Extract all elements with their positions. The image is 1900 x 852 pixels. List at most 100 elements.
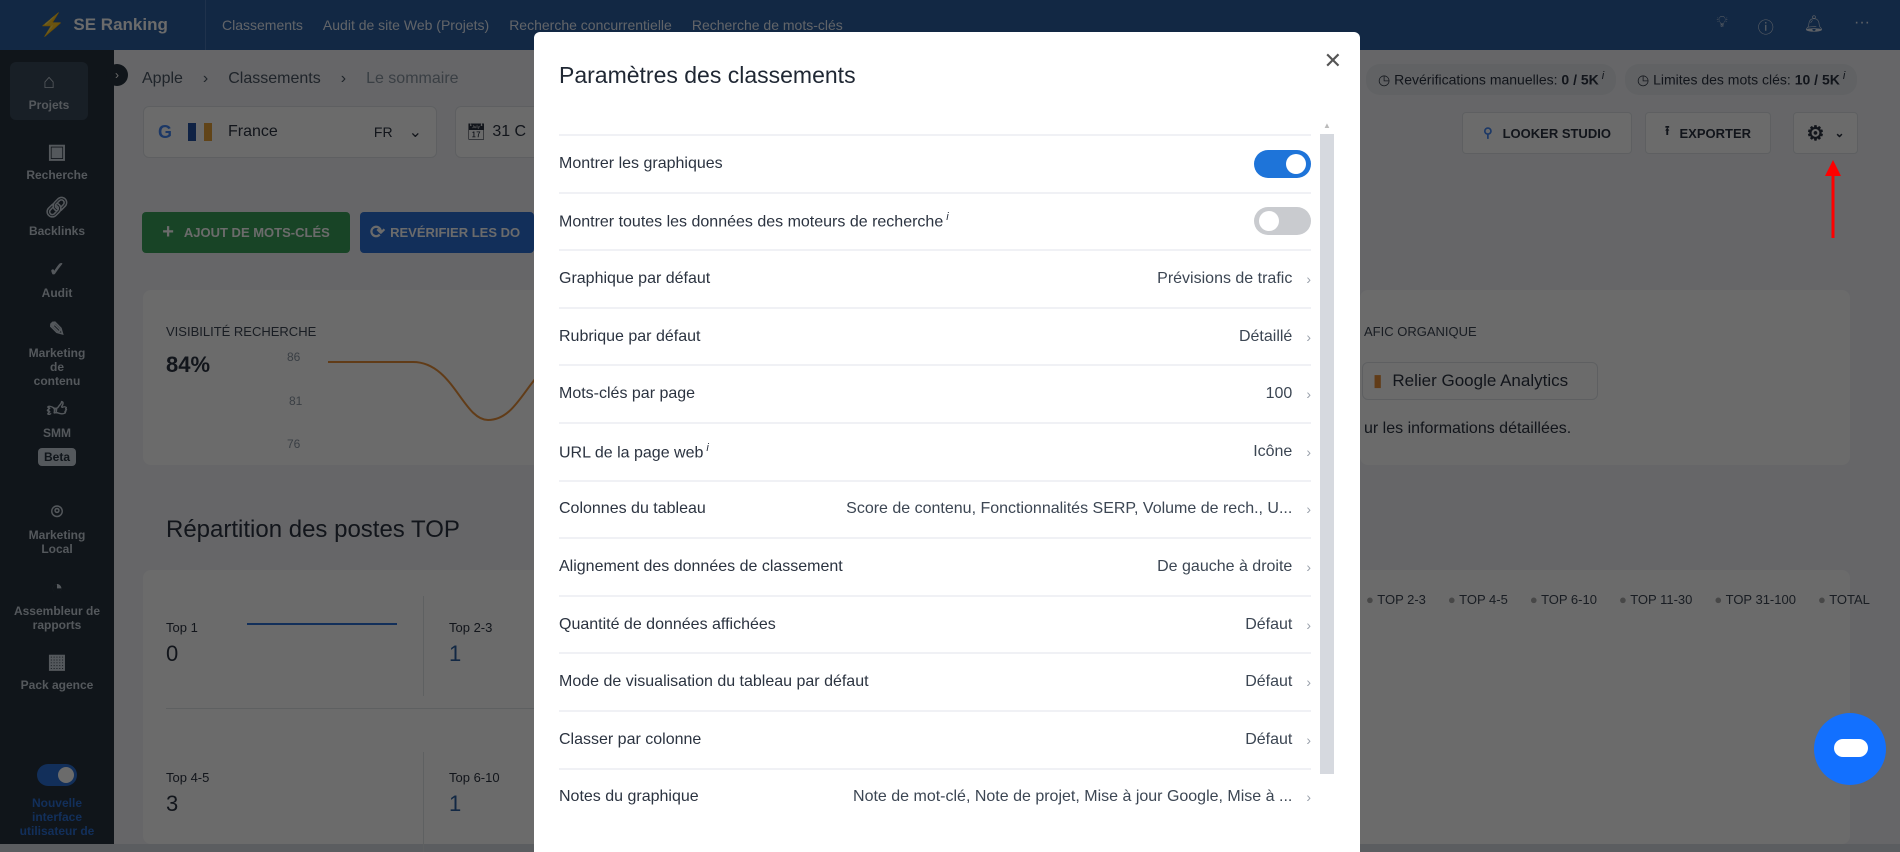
legend-item[interactable]: ● TOP 4-5 bbox=[1448, 592, 1508, 607]
organic-title: AFIC ORGANIQUE bbox=[1364, 324, 1477, 339]
legend-item[interactable]: ● TOP 11-30 bbox=[1619, 592, 1692, 607]
breadcrumb-rankings[interactable]: Classements bbox=[228, 70, 320, 88]
new-ui-label: Nouvelle interface utilisateur de bbox=[19, 796, 95, 838]
scroll-up-icon[interactable]: ▲ bbox=[1320, 122, 1334, 130]
settings-button[interactable]: ⚙ ⌄ bbox=[1793, 112, 1858, 154]
breadcrumb-apple[interactable]: Apple bbox=[142, 70, 183, 88]
setting-row[interactable]: Notes du graphique Note de mot-clé, Note … bbox=[559, 767, 1311, 826]
sidebar-item-marketing-local[interactable]: ⌾ Marketing Local bbox=[0, 500, 114, 556]
chevron-right-icon: › bbox=[1306, 443, 1311, 460]
sidebar-item-projets[interactable]: ⌂ Projets bbox=[10, 62, 88, 120]
sidebar-item-label: Marketing de contenu bbox=[28, 346, 86, 388]
legend-label: TOP 11-30 bbox=[1630, 592, 1693, 607]
bell-icon[interactable]: 🔔︎ bbox=[1804, 14, 1824, 38]
legend-item[interactable]: ● TOP 2-3 bbox=[1366, 592, 1426, 607]
recheck-button[interactable]: ⟳ REVÉRIFIER LES DO bbox=[360, 212, 534, 253]
keyword-limits-pill: ◷ Limites des mots clés: 10 / 5K i bbox=[1625, 64, 1858, 95]
setting-row[interactable]: Graphique par défaut Prévisions de trafic… bbox=[559, 249, 1311, 307]
export-label: EXPORTER bbox=[1679, 125, 1752, 141]
setting-row[interactable]: Colonnes du tableau Score de contenu, Fon… bbox=[559, 479, 1311, 538]
search-engine-selector[interactable]: G France FR ⌄ bbox=[143, 106, 437, 158]
legend-item[interactable]: ● TOP 6-10 bbox=[1530, 592, 1597, 607]
add-keywords-label: AJOUT DE MOTS-CLÉS bbox=[183, 225, 330, 240]
setting-label: Graphique par défaut bbox=[559, 269, 711, 287]
scrollbar-thumb[interactable] bbox=[1320, 134, 1334, 774]
tile-value: 3 bbox=[166, 791, 179, 816]
setting-value: Icône bbox=[1253, 442, 1293, 460]
info-icon[interactable]: i bbox=[946, 211, 948, 223]
sidebar-item-audit[interactable]: ✓ Audit bbox=[0, 258, 114, 300]
manual-rechecks-pill: ◷ Revérifications manuelles: 0 / 5K i bbox=[1366, 64, 1617, 95]
country-label: France bbox=[228, 123, 278, 140]
close-icon[interactable]: ✕ bbox=[1324, 48, 1342, 74]
tile-label: Top 1 bbox=[166, 620, 198, 635]
edit-icon: ✎ bbox=[48, 319, 66, 341]
new-ui-toggle-block: Nouvelle interface utilisateur de bbox=[0, 764, 114, 838]
info-icon[interactable]: i bbox=[706, 442, 708, 454]
sidebar-item-pack-agence[interactable]: ▦ Pack agence bbox=[0, 650, 114, 692]
legend-label: TOP 2-3 bbox=[1377, 592, 1426, 607]
france-flag-icon bbox=[188, 123, 213, 141]
legend-dot-icon: ● bbox=[1366, 592, 1374, 607]
sidebar-item-label: Backlinks bbox=[28, 224, 86, 238]
organic-hint: ur les informations détaillées. bbox=[1364, 420, 1572, 437]
setting-toggle[interactable] bbox=[1254, 207, 1311, 236]
new-ui-toggle[interactable] bbox=[37, 764, 77, 786]
setting-toggle[interactable] bbox=[1254, 149, 1311, 178]
setting-row[interactable]: Mots-clés par page 100 › bbox=[559, 364, 1311, 422]
setting-row[interactable]: Rubrique par défaut Détaillé › bbox=[559, 306, 1311, 365]
tile-label: Top 6-10 bbox=[449, 770, 500, 785]
setting-row[interactable]: Alignement des données de classement De g… bbox=[559, 537, 1311, 595]
google-icon: G bbox=[158, 121, 173, 142]
setting-row[interactable]: Classer par colonne Défaut › bbox=[559, 709, 1311, 768]
legend-item[interactable]: ● TOP 31-100 bbox=[1714, 592, 1796, 607]
keyword-limits-label: Limites des mots clés: bbox=[1653, 71, 1791, 88]
link-icon: 🔗︎ bbox=[44, 197, 70, 219]
setting-value: Note de mot-clé, Note de projet, Mise à … bbox=[853, 788, 1293, 806]
lightbulb-icon[interactable]: 💡︎ bbox=[1716, 14, 1727, 38]
top-nav-item[interactable]: Recherche concurrentielle bbox=[509, 17, 672, 33]
sidebar-item-recherche[interactable]: ▣ Recherche bbox=[0, 140, 114, 182]
legend-dot-icon: ● bbox=[1529, 592, 1538, 607]
expand-sidebar-button[interactable]: › bbox=[106, 64, 128, 86]
tile-top4-5: Top 4-5 3 bbox=[166, 770, 209, 817]
export-button[interactable]: ⭱ EXPORTER bbox=[1645, 112, 1771, 154]
setting-row[interactable]: Quantité de données affichées Défaut › bbox=[559, 594, 1311, 653]
sidebar-item-backlinks[interactable]: 🔗︎ Backlinks bbox=[0, 196, 114, 238]
legend-item[interactable]: ● TOTAL bbox=[1818, 592, 1870, 607]
brand-name: SE Ranking bbox=[73, 15, 168, 34]
more-icon[interactable]: ··· bbox=[1854, 14, 1870, 38]
divider bbox=[423, 596, 424, 696]
help-icon[interactable]: ⓘ bbox=[1758, 14, 1774, 38]
sidebar-item-marketing-de-contenu[interactable]: ✎ Marketing de contenu bbox=[0, 318, 114, 388]
gear-icon: ⚙ bbox=[1806, 122, 1825, 145]
connect-ga-button[interactable]: ▮ Relier Google Analytics bbox=[1362, 362, 1598, 400]
keyword-limits-value: 10 / 5K bbox=[1794, 71, 1840, 88]
setting-row[interactable]: Mode de visualisation du tableau par déf… bbox=[559, 652, 1311, 710]
modal-scrollbar[interactable]: ▲ bbox=[1320, 122, 1334, 802]
visibility-value: 84% bbox=[166, 352, 211, 377]
setting-row[interactable]: Montrer toutes les données des moteurs d… bbox=[559, 191, 1311, 250]
setting-row[interactable]: Montrer les graphiques bbox=[559, 134, 1311, 192]
looker-studio-button[interactable]: ⚲ LOOKER STUDIO bbox=[1462, 112, 1632, 154]
search-monitor-icon: ▣ bbox=[47, 141, 67, 163]
upload-icon: ⭱ bbox=[1664, 123, 1670, 138]
breadcrumb-summary: Le sommaire bbox=[366, 70, 459, 87]
y-tick: 81 bbox=[289, 394, 303, 408]
thumbs-up-icon: 👍︎ bbox=[46, 399, 68, 421]
sidebar-item-assembleur-de-rapports[interactable]: ◔ Assembleur de rapports bbox=[0, 576, 114, 632]
sidebar-item-label: Assembleur de rapports bbox=[13, 604, 101, 632]
y-tick: 86 bbox=[287, 350, 301, 364]
legend-dot-icon: ● bbox=[1714, 592, 1723, 607]
top-nav-item[interactable]: Recherche de mots-clés bbox=[692, 17, 843, 33]
logo[interactable]: ⚡ SE Ranking bbox=[38, 12, 168, 38]
chevron-right-icon: › bbox=[1306, 328, 1311, 345]
setting-row[interactable]: URL de la page web i Icône › bbox=[559, 421, 1311, 480]
add-keywords-button[interactable]: + AJOUT DE MOTS-CLÉS bbox=[142, 212, 350, 253]
legend-label: TOP 6-10 bbox=[1541, 592, 1597, 607]
top-nav-item[interactable]: Classements bbox=[222, 17, 303, 33]
top-nav-item[interactable]: Audit de site Web (Projets) bbox=[323, 17, 489, 33]
legend-label: TOTAL bbox=[1829, 592, 1870, 607]
chat-button[interactable] bbox=[1814, 713, 1886, 785]
sidebar-item-smm[interactable]: 👍︎ SMM Beta bbox=[0, 398, 114, 466]
